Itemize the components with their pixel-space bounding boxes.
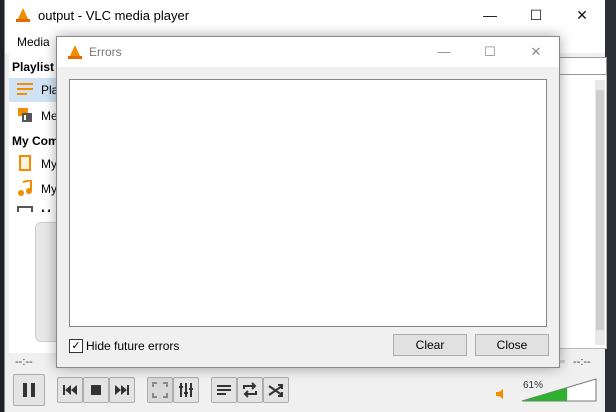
errors-dialog: Errors — ☐ ✕ ✓ Hide future errors Clear … <box>56 36 560 368</box>
hide-errors-checkbox[interactable]: ✓ <box>69 339 83 353</box>
hide-errors-label: Hide future errors <box>86 339 180 353</box>
sidebar-item-label: My <box>41 182 57 196</box>
elapsed-time: --:-- <box>15 356 33 368</box>
pause-button[interactable] <box>13 374 45 406</box>
next-icon <box>115 385 129 395</box>
dialog-close-button[interactable]: ✕ <box>513 37 559 67</box>
total-time: --:-- <box>573 356 591 368</box>
fullscreen-button[interactable] <box>147 377 173 403</box>
playlist-header: Playlist <box>12 60 55 74</box>
dialog-title-bar: Errors — ☐ ✕ <box>57 37 559 67</box>
volume-percent: 61% <box>523 380 544 391</box>
dialog-title: Errors <box>89 45 122 59</box>
stop-icon <box>91 385 101 395</box>
clear-button[interactable]: Clear <box>393 334 467 356</box>
videos-icon <box>17 155 33 171</box>
minimize-button[interactable]: — <box>467 0 513 31</box>
shuffle-icon <box>268 384 283 397</box>
extended-settings-button[interactable] <box>173 377 199 403</box>
maximize-button[interactable]: ☐ <box>513 0 559 31</box>
playlist-icon <box>17 81 33 97</box>
vlc-logo-icon <box>16 8 30 24</box>
error-list[interactable] <box>69 79 547 327</box>
window-title: output - VLC media player <box>38 8 190 23</box>
dialog-close-action-button[interactable]: Close <box>475 334 549 356</box>
speaker-icon[interactable] <box>495 388 507 403</box>
menu-media[interactable]: Media <box>17 35 50 49</box>
loop-icon <box>243 382 257 398</box>
playlist-toggle-icon <box>217 385 231 395</box>
dialog-minimize-button[interactable]: — <box>421 37 467 67</box>
music-icon <box>17 178 33 196</box>
search-input[interactable] <box>553 57 607 75</box>
fullscreen-icon <box>152 382 168 398</box>
loop-button[interactable] <box>237 377 263 403</box>
equalizer-icon <box>179 383 193 397</box>
previous-icon <box>63 385 77 395</box>
sidebar-item-label: My <box>41 157 57 171</box>
title-bar: output - VLC media player — ☐ ✕ <box>5 0 605 31</box>
previous-button[interactable] <box>57 377 83 403</box>
close-button[interactable]: ✕ <box>559 0 605 31</box>
sidebar-item-label: M <box>41 207 51 212</box>
media-library-icon <box>17 107 33 123</box>
pictures-icon <box>17 205 33 212</box>
stop-button[interactable] <box>83 377 109 403</box>
scrollbar-thumb[interactable] <box>596 90 604 330</box>
playlist-toggle-button[interactable] <box>211 377 237 403</box>
next-button[interactable] <box>109 377 135 403</box>
dialog-maximize-button[interactable]: ☐ <box>467 37 513 67</box>
shuffle-button[interactable] <box>263 377 289 403</box>
pause-icon <box>23 383 35 397</box>
vlc-logo-icon <box>68 45 82 61</box>
playlist-scrollbar[interactable] <box>595 80 605 345</box>
